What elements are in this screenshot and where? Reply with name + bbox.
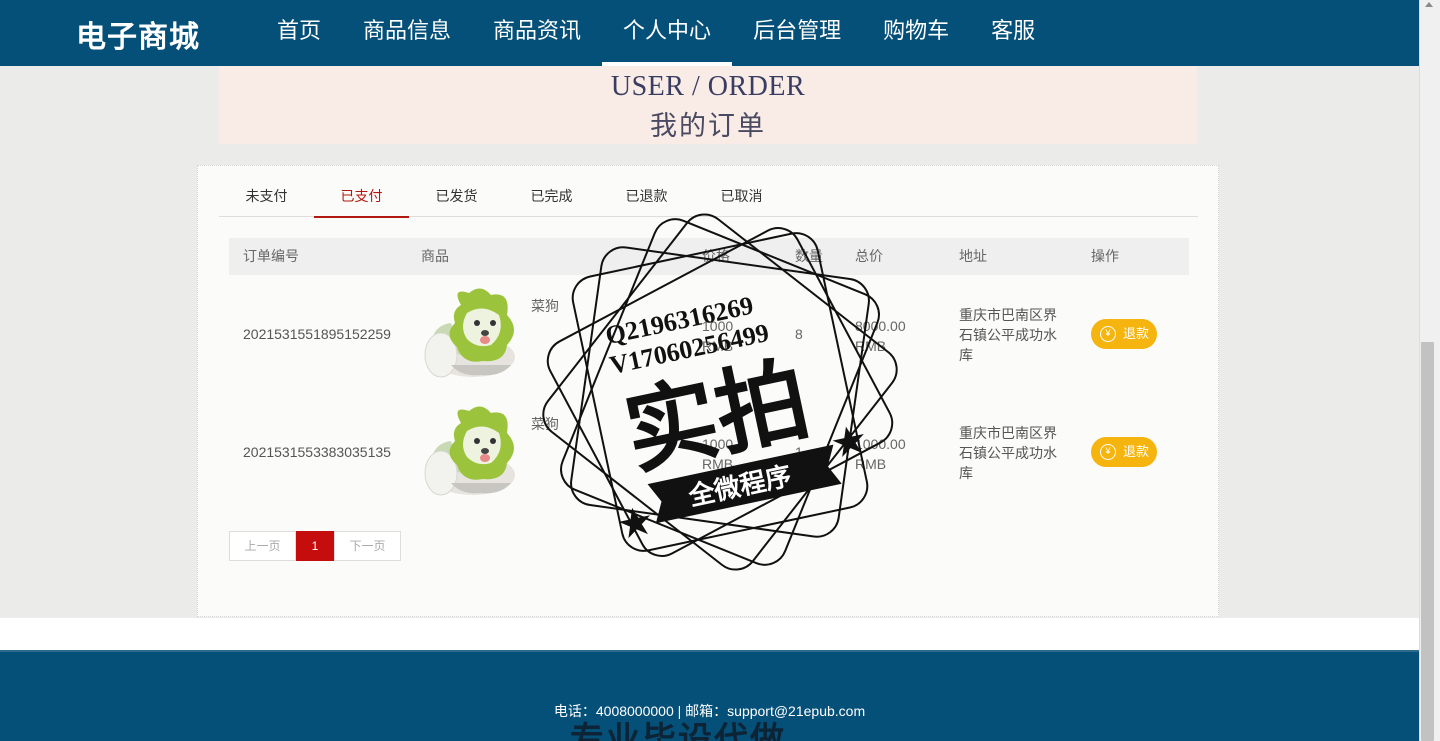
banner-title-en: USER / ORDER [610, 71, 806, 102]
order-number: 2021531551895152259 [243, 326, 391, 342]
th-action: 操作 [1091, 248, 1119, 264]
quantity: 1 [795, 444, 803, 460]
total-value: 8000.00 [855, 318, 906, 334]
order-status-tabs: 未支付 已支付 已发货 已完成 已退款 已取消 [219, 177, 1198, 218]
tab-cancelled[interactable]: 已取消 [694, 177, 789, 217]
price-unit: RMB [702, 338, 734, 354]
address: 重庆市巴南区界石镇公平成功水库 [959, 425, 1057, 481]
nav-support[interactable]: 客服 [970, 0, 1056, 66]
main-nav: 首页 商品信息 商品资讯 个人中心 后台管理 购物车 客服 [256, 0, 1056, 66]
tab-shipped[interactable]: 已发货 [409, 177, 504, 217]
th-address: 地址 [959, 248, 987, 264]
page-banner: USER / ORDER 我的订单 [219, 66, 1197, 144]
quantity: 8 [795, 326, 803, 342]
nav-user-center[interactable]: 个人中心 [602, 0, 733, 66]
th-qty: 数量 [795, 248, 823, 264]
top-navbar: 电子商城 首页 商品信息 商品资讯 个人中心 后台管理 购物车 客服 [0, 0, 1419, 66]
footer-spacer [0, 618, 1419, 650]
product-name[interactable]: 菜狗 [531, 296, 559, 316]
yen-icon: ¥ [1100, 326, 1116, 342]
tab-paid[interactable]: 已支付 [314, 177, 409, 218]
site-logo[interactable]: 电子商城 [76, 12, 200, 56]
price-unit: RMB [702, 456, 734, 472]
total-unit: RMB [855, 338, 887, 354]
table-header: 订单编号 商品 价格 数量 总价 地址 操作 [229, 238, 1189, 275]
tab-completed[interactable]: 已完成 [504, 177, 599, 217]
price-value: 1000 [702, 436, 734, 452]
tab-unpaid[interactable]: 未支付 [219, 177, 314, 217]
th-product: 商品 [421, 248, 449, 264]
th-price: 价格 [702, 248, 730, 264]
current-page-button[interactable]: 1 [296, 531, 334, 561]
order-number: 2021531553383035135 [243, 444, 391, 460]
nav-news[interactable]: 商品资讯 [472, 0, 602, 66]
total-unit: RMB [855, 456, 887, 472]
refund-button[interactable]: ¥ 退款 [1091, 319, 1157, 349]
product-image[interactable] [421, 285, 521, 382]
nav-products[interactable]: 商品信息 [342, 0, 472, 66]
refund-label: 退款 [1123, 444, 1150, 459]
table-row: 2021531551895152259 菜狗 1000 RMB 8 8000.0… [229, 275, 1189, 393]
price-cell: 1000 RMB [702, 316, 762, 356]
nav-home[interactable]: 首页 [256, 0, 342, 66]
order-panel: 未支付 已支付 已发货 已完成 已退款 已取消 订单编号 商品 价格 数量 总价… [197, 165, 1219, 617]
nav-admin[interactable]: 后台管理 [732, 0, 862, 66]
refund-label: 退款 [1123, 326, 1150, 341]
banner-title-cn: 我的订单 [650, 111, 766, 141]
th-total: 总价 [855, 248, 883, 264]
refund-button[interactable]: ¥ 退款 [1091, 437, 1157, 467]
th-order-no: 订单编号 [243, 248, 299, 264]
total-value: 1000.00 [855, 436, 906, 452]
product-name[interactable]: 菜狗 [531, 414, 559, 434]
next-page-button[interactable]: 下一页 [334, 531, 401, 561]
tab-refunded[interactable]: 已退款 [599, 177, 694, 217]
scroll-up-arrow-icon[interactable] [1425, 2, 1433, 7]
price-value: 1000 [702, 318, 734, 334]
total-cell: 8000.00 RMB [855, 316, 915, 356]
pagination: 上一页 1 下一页 [229, 531, 401, 561]
prev-page-button[interactable]: 上一页 [229, 531, 296, 561]
address: 重庆市巴南区界石镇公平成功水库 [959, 307, 1057, 363]
product-image[interactable] [421, 403, 521, 500]
total-cell: 1000.00 RMB [855, 434, 915, 474]
price-cell: 1000 RMB [702, 434, 762, 474]
table-row: 2021531553383035135 菜狗 1000 RMB 1 1000.0… [229, 393, 1189, 511]
yen-icon: ¥ [1100, 444, 1116, 460]
scrollbar-thumb[interactable] [1421, 342, 1434, 741]
watermark-bottom-text: 专业毕设代做 [570, 720, 786, 741]
nav-cart[interactable]: 购物车 [862, 0, 970, 66]
